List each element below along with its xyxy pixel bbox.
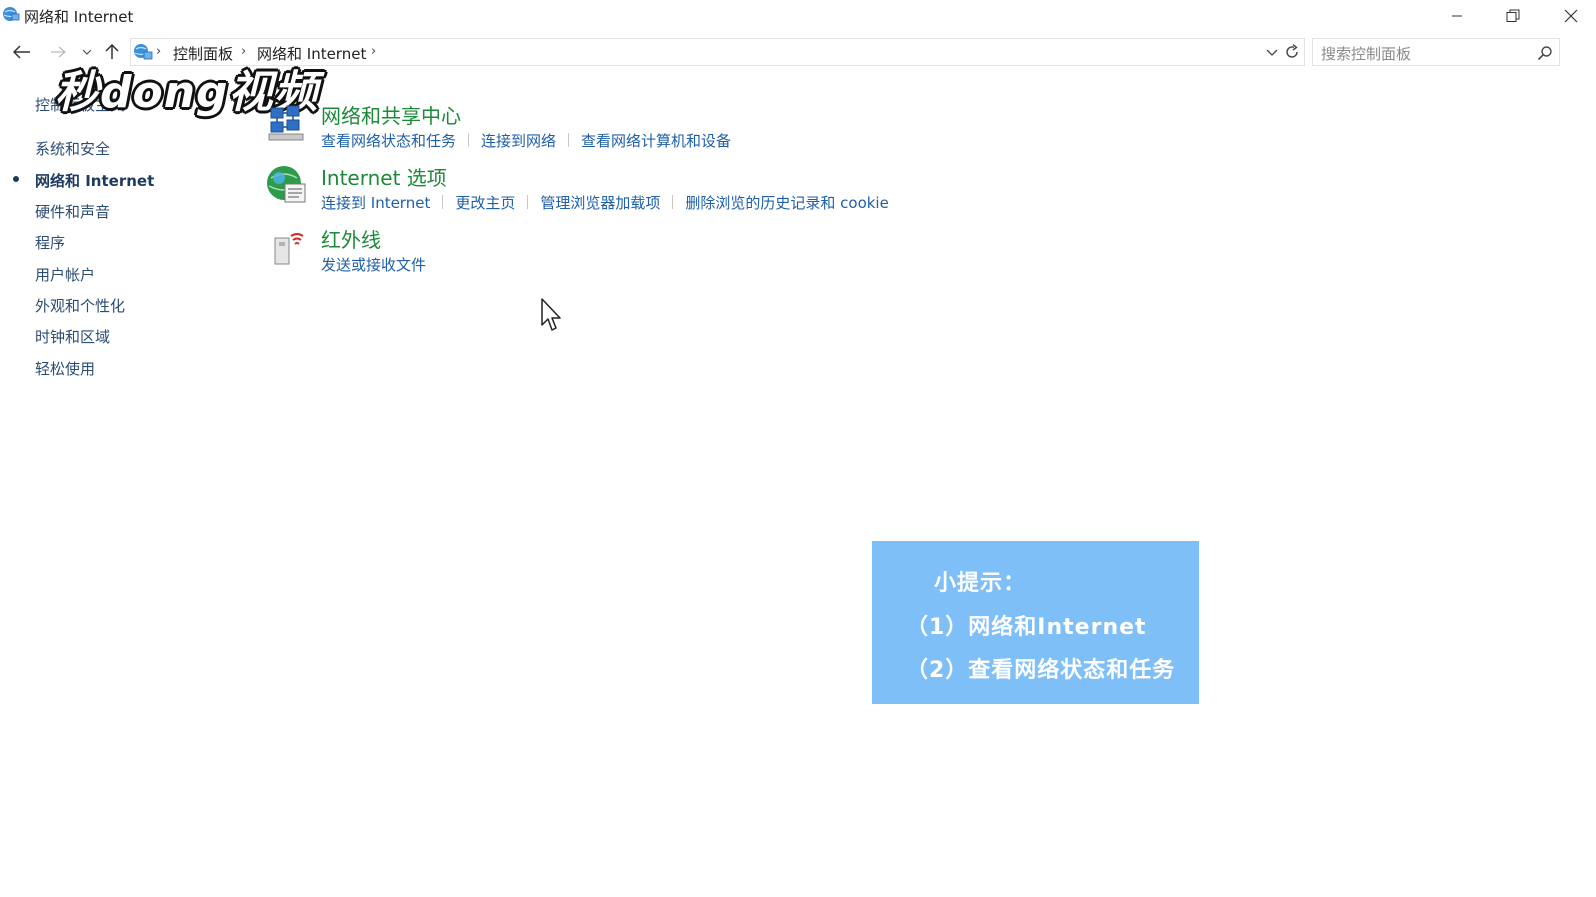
link-view-network-status[interactable]: 查看网络状态和任务	[321, 130, 456, 151]
arrow-left-icon	[13, 45, 30, 59]
link-manage-addons[interactable]: 管理浏览器加载项	[540, 192, 660, 213]
tip-line-2: （2）查看网络状态和任务	[906, 658, 1176, 683]
breadcrumb-separator-icon[interactable]: ›	[371, 44, 376, 59]
refresh-icon[interactable]	[1283, 43, 1301, 61]
category-internet-options: Internet 选项 连接到 Internet 更改主页 管理浏览器加载项 删…	[265, 164, 1165, 220]
category-title-internet-options[interactable]: Internet 选项	[321, 162, 447, 191]
mouse-cursor-icon	[541, 298, 561, 331]
minimize-button[interactable]	[1434, 0, 1480, 32]
network-sharing-icon[interactable]	[265, 102, 309, 146]
sidebar-item-hardware-sound[interactable]: 硬件和声音	[35, 201, 110, 222]
link-separator	[568, 133, 570, 147]
category-links: 查看网络状态和任务 连接到网络 查看网络计算机和设备	[321, 130, 731, 151]
link-connect-to-network[interactable]: 连接到网络	[481, 130, 556, 151]
category-links: 连接到 Internet 更改主页 管理浏览器加载项 删除浏览的历史记录和 co…	[321, 192, 889, 213]
chevron-down-icon	[82, 49, 92, 55]
sidebar-item-network-internet[interactable]: 网络和 Internet	[35, 170, 154, 191]
sidebar-item-appearance[interactable]: 外观和个性化	[35, 295, 125, 316]
link-connect-to-internet[interactable]: 连接到 Internet	[321, 192, 430, 213]
link-view-network-computers[interactable]: 查看网络计算机和设备	[581, 130, 731, 151]
search-input[interactable]: 搜索控制面板	[1312, 38, 1560, 66]
category-network-sharing: 网络和共享中心 查看网络状态和任务 连接到网络 查看网络计算机和设备	[265, 102, 1165, 158]
sidebar-item-user-accounts[interactable]: 用户帐户	[35, 264, 95, 285]
back-button[interactable]	[10, 40, 34, 64]
minimize-icon	[1452, 15, 1462, 17]
search-placeholder: 搜索控制面板	[1321, 45, 1412, 63]
sidebar-item-clock-region[interactable]: 时钟和区域	[35, 326, 110, 347]
tip-line-1: （1）网络和Internet	[906, 615, 1147, 640]
link-change-homepage[interactable]: 更改主页	[455, 192, 515, 213]
search-icon[interactable]	[1537, 45, 1553, 61]
category-links: 发送或接收文件	[321, 254, 426, 275]
network-globe-icon	[3, 7, 20, 21]
category-title-network-sharing[interactable]: 网络和共享中心	[321, 100, 461, 129]
internet-options-icon[interactable]	[265, 164, 309, 208]
tip-heading: 小提示：	[934, 571, 1027, 596]
title-bar: 网络和 Internet	[0, 0, 1596, 32]
address-dropdown-icon[interactable]	[1265, 45, 1279, 59]
link-separator	[672, 195, 674, 209]
restore-icon	[1506, 9, 1520, 22]
watermark-logo: 秒dong视频	[55, 56, 318, 118]
link-send-receive-files[interactable]: 发送或接收文件	[321, 254, 426, 275]
infrared-icon[interactable]	[265, 226, 309, 270]
window-title: 网络和 Internet	[24, 8, 134, 26]
link-separator	[468, 133, 470, 147]
category-title-infrared[interactable]: 红外线	[321, 224, 381, 253]
sidebar-item-programs[interactable]: 程序	[35, 232, 65, 253]
sidebar-item-ease-of-access[interactable]: 轻松使用	[35, 358, 95, 379]
restore-button[interactable]	[1490, 0, 1536, 32]
link-delete-history[interactable]: 删除浏览的历史记录和 cookie	[685, 192, 888, 213]
link-separator	[442, 195, 444, 209]
close-button[interactable]	[1548, 0, 1594, 32]
active-bullet	[13, 176, 19, 182]
close-icon	[1564, 9, 1578, 23]
category-infrared: 红外线 发送或接收文件	[265, 226, 1165, 282]
tip-box: 小提示： （1）网络和Internet （2）查看网络状态和任务	[872, 541, 1199, 704]
sidebar-item-system-security[interactable]: 系统和安全	[35, 138, 110, 159]
sidebar: 控制面板主页 系统和安全 网络和 Internet 硬件和声音 程序 用户帐户 …	[0, 80, 250, 400]
link-separator	[527, 195, 529, 209]
